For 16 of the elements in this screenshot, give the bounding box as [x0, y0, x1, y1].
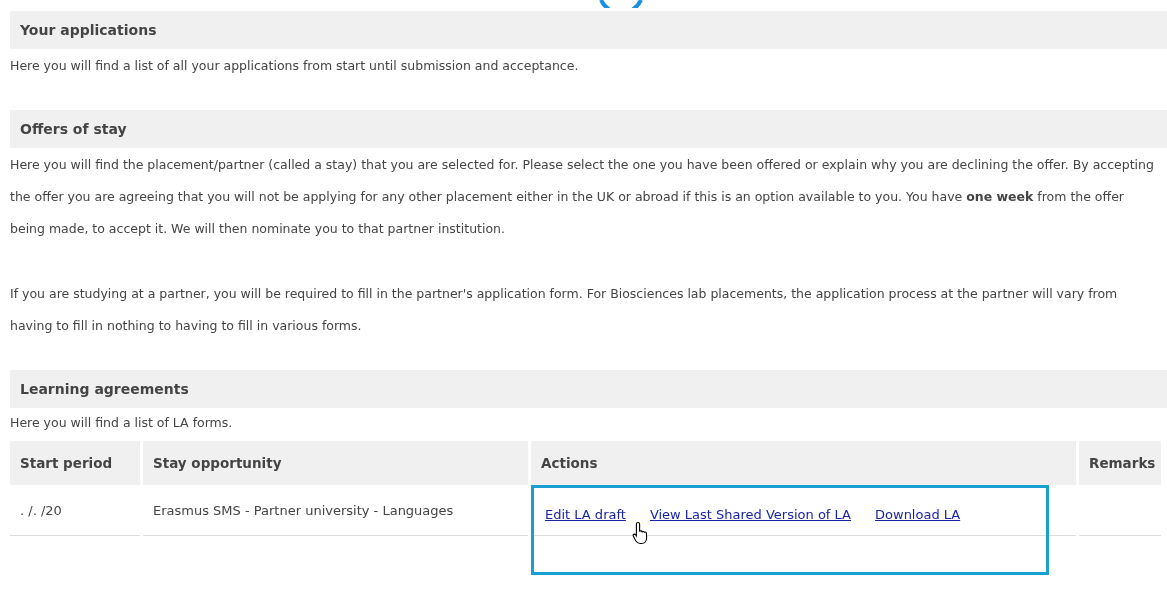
- column-header: Actions: [531, 441, 1076, 485]
- column-header: Stay opportunity: [143, 441, 528, 485]
- column-header: Start period: [10, 441, 140, 485]
- paragraph: Here you will find a list of LA forms.: [10, 414, 234, 432]
- paragraph: Here you will find a list of all your applications from start until submission and acceptance.: [10, 57, 580, 75]
- table-cell: . /. /20: [10, 485, 140, 536]
- section-header: Offers of stay: [10, 110, 1167, 148]
- action-link[interactable]: Download LA: [875, 506, 961, 522]
- paragraph: If you are studying at a partner, you will be required to fill in the partner's application form. For Biosciences lab placements, the application process at the partner will vary from having to fill in nothing to having to fill in various forms.: [10, 285, 1119, 335]
- table-cell: Erasmus SMS - Partner university - Languages: [143, 485, 528, 536]
- section-header: Your applications: [10, 11, 1167, 49]
- section-header: Learning agreements: [10, 370, 1167, 408]
- action-link[interactable]: View Last Shared Version of LA: [649, 506, 852, 522]
- action-link[interactable]: Edit LA draft: [545, 506, 626, 522]
- column-header: Remarks: [1079, 441, 1161, 485]
- paragraph: Here you will find the placement/partner (called a stay) that you are selected for. Please select the one you have been offered or explain why you are declining the offer. By accepting the offer you are agreeing that you will not be applying for any other placement either in the UK or abroad if this is an option available to you. You have one week from the offer being made, to accept it. We will then nominate you to that partner institution.: [10, 156, 1155, 238]
